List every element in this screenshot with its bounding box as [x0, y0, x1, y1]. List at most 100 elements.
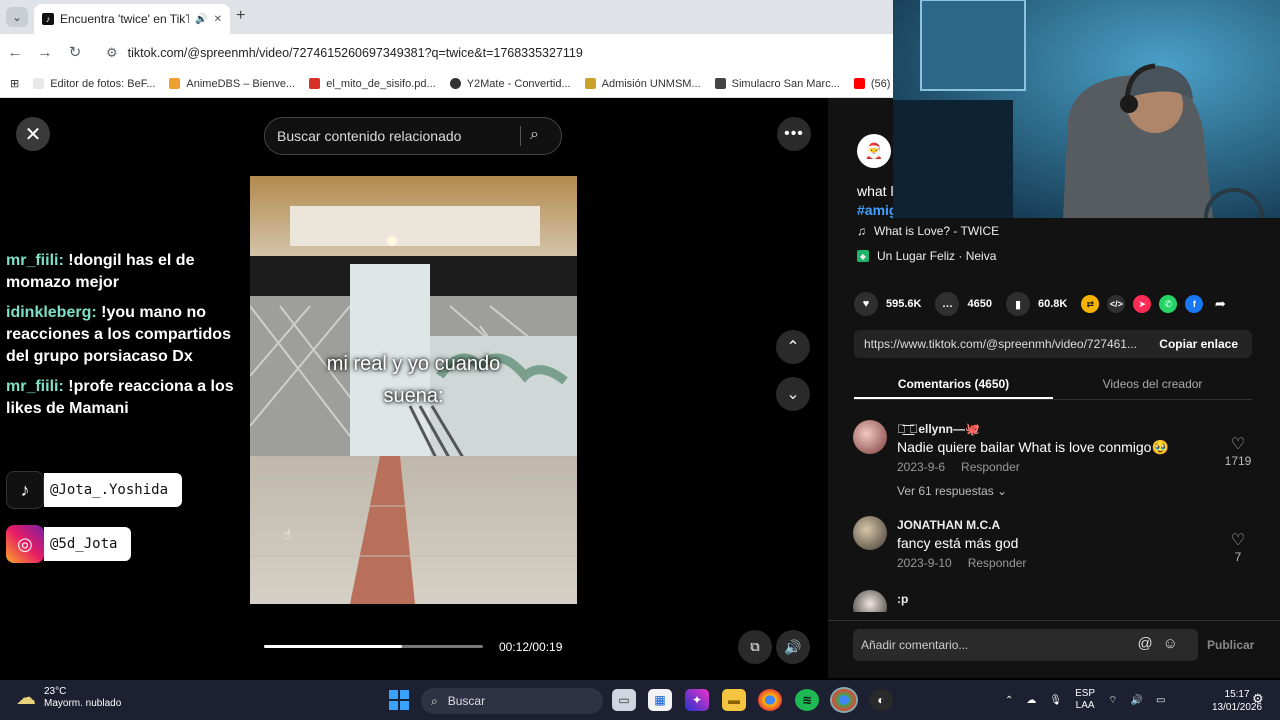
copy-link-button[interactable]: Copiar enlace — [1145, 337, 1252, 351]
task-view-icon[interactable]: ▭ — [612, 689, 636, 711]
chrome-icon[interactable] — [758, 689, 782, 711]
related-search-input[interactable]: Buscar contenido relacionado ⌕ — [264, 117, 562, 155]
bookmark-item[interactable]: Y2Mate - Convertid... — [449, 77, 571, 90]
taskbar-search[interactable]: ⌕ Buscar — [421, 688, 603, 714]
tab-audio-icon[interactable]: 🔊 — [195, 14, 207, 25]
weather-widget[interactable]: ☁ 23°C Mayorm. nublado — [16, 686, 121, 710]
spotify-icon[interactable]: ≋ — [795, 689, 819, 711]
bookmark-favicon-icon — [714, 78, 726, 89]
bookmark-item[interactable]: AnimeDBS – Bienve... — [169, 78, 295, 90]
location-link[interactable]: ◆ Un Lugar Feliz · Neiva — [857, 249, 996, 263]
avatar[interactable] — [853, 420, 887, 454]
keyboard-layout: LAA — [1075, 700, 1095, 711]
webcam-overlay — [893, 0, 1280, 218]
search-icon[interactable]: ⌕ — [530, 126, 539, 144]
chevron-up-icon[interactable]: ⌃ — [1005, 695, 1013, 706]
tiktok-handle: @Jota_.Yoshida — [44, 473, 183, 507]
comment-button[interactable]: … 4650 — [935, 292, 992, 316]
location-pin-icon: ◆ — [857, 250, 869, 262]
save-button[interactable]: ▮ 60.8K — [1005, 292, 1067, 316]
microphone-icon[interactable]: 🎙 — [1049, 695, 1062, 706]
next-video-icon[interactable]: ⌄ — [776, 377, 810, 411]
video-link[interactable]: https://www.tiktok.com/@spreenmh/video/7… — [854, 337, 1145, 351]
embed-icon[interactable]: </> — [1107, 295, 1126, 313]
bookmark-label: el_mito_de_sisifo.pd... — [326, 77, 436, 90]
comment-text: Nadie quiere bailar What is love conmigo… — [897, 439, 1169, 455]
comment-like-button[interactable]: ♡ 1719 — [1218, 434, 1258, 468]
reload-icon[interactable]: ↻ — [60, 43, 90, 61]
tab-creator-videos[interactable]: Videos del creador — [1053, 372, 1252, 399]
volume-icon[interactable]: 🔊 — [776, 630, 810, 664]
windows-start-icon[interactable] — [389, 690, 409, 710]
avatar[interactable] — [853, 516, 887, 550]
music-link[interactable]: ♫ What is Love? - TWICE — [857, 224, 999, 238]
comment-author[interactable]: ꉂ͟͟͞͞ 𝐕ellynn—🐙 — [897, 422, 980, 436]
wifi-icon[interactable]: ⌔ — [1108, 694, 1117, 707]
bookmark-item[interactable]: el_mito_de_sisifo.pd... — [309, 77, 436, 90]
apps-icon[interactable]: ⊞ — [10, 77, 19, 90]
taskbar-search-label: Buscar — [447, 694, 486, 708]
share-icon[interactable]: ➦ — [1211, 295, 1229, 313]
hashtag-link[interactable]: #amig — [857, 201, 897, 220]
floating-player-icon[interactable]: ⧉ — [738, 630, 772, 664]
browser-tab-active[interactable]: ♪ Encuentra 'twice' en TikTok 🔊 ✕ — [34, 4, 230, 34]
copilot-icon[interactable]: ✦ — [685, 689, 709, 711]
speaker-icon[interactable]: 🔊 — [1131, 695, 1143, 706]
app-icon[interactable]: ◐ — [869, 689, 893, 711]
panel-tabs: Comentarios (4650) Videos del creador — [854, 372, 1252, 400]
reply-button[interactable]: Responder — [968, 556, 1027, 570]
comment-meta: 2023-9-6 Responder — [897, 460, 1036, 474]
search-icon: ⌕ — [431, 693, 438, 708]
file-explorer-icon[interactable]: ▬ — [722, 689, 746, 711]
address-bar[interactable]: ⚙ tiktok.com/@spreenmh/video/72746152606… — [100, 40, 890, 66]
facebook-icon[interactable]: f — [1185, 295, 1204, 313]
publish-button[interactable]: Publicar — [1207, 638, 1254, 652]
onedrive-icon[interactable]: ☁ — [1026, 695, 1036, 706]
close-icon[interactable]: ✕ — [16, 117, 50, 151]
location-name: Un Lugar Feliz · Neiva — [877, 249, 997, 263]
comment-like-button[interactable]: ♡ 7 — [1218, 530, 1258, 564]
comment-text: fancy está más god — [897, 535, 1019, 551]
like-button[interactable]: ♥ 595.6K — [854, 292, 921, 316]
avatar[interactable] — [853, 590, 887, 612]
bookmark-label: AnimeDBS – Bienve... — [186, 77, 296, 90]
site-info-icon[interactable]: ⚙ — [106, 45, 118, 61]
bookmark-item[interactable]: Editor de fotos: BeF... — [33, 78, 155, 90]
mention-emoji-icons[interactable]: @☺ — [1137, 635, 1188, 652]
tab-search-button[interactable]: ⌄ — [6, 7, 28, 27]
video-caption: mi real y yo cuando suena: — [250, 348, 577, 412]
battery-icon[interactable]: ▭ — [1156, 695, 1165, 706]
store-icon[interactable]: ▦ — [648, 689, 672, 711]
repost-icon[interactable]: ⇄ — [1081, 295, 1100, 313]
caption-line: suena: — [383, 385, 444, 407]
language-indicator[interactable]: ESP LAA — [1075, 688, 1095, 712]
progress-bar-fill — [264, 645, 403, 648]
author-avatar[interactable]: 🎅 — [857, 134, 891, 168]
reply-button[interactable]: Responder — [961, 460, 1020, 474]
bookmark-label: Simulacro San Marc... — [731, 77, 840, 90]
send-icon[interactable]: ➤ — [1133, 295, 1152, 313]
description-text: what l — [857, 183, 894, 199]
comment-author[interactable]: JONATHAN M.C.A — [897, 518, 1000, 532]
back-icon[interactable]: ← — [0, 44, 30, 61]
comment-author[interactable]: :p — [897, 592, 908, 606]
bookmark-label: Y2Mate - Convertid... — [466, 77, 571, 90]
whatsapp-icon[interactable]: ✆ — [1159, 295, 1178, 313]
tab-close-icon[interactable]: ✕ — [214, 14, 222, 25]
bookmark-item[interactable]: Admisión UNMSM... — [584, 78, 701, 90]
forward-icon[interactable]: → — [30, 44, 60, 61]
bookmark-item[interactable]: Simulacro San Marc... — [714, 77, 840, 90]
chat-username: idinkleberg: — [6, 304, 97, 321]
tab-comments[interactable]: Comentarios (4650) — [854, 372, 1053, 399]
bookmark-item[interactable]: (56) YouTube — [853, 77, 895, 90]
comment-item: :p — [853, 590, 1258, 612]
bookmark-favicon-icon — [33, 78, 45, 89]
previous-video-icon[interactable]: ⌃ — [776, 330, 810, 364]
comment-input[interactable]: Añadir comentario... @☺ — [853, 629, 1198, 661]
more-options-icon[interactable]: ••• — [777, 117, 811, 151]
bookmark-label: (56) YouTube — [870, 77, 895, 90]
notifications-icon[interactable]: ⚙ — [1252, 691, 1264, 707]
view-replies-button[interactable]: Ver 61 respuestas ⌄ — [897, 484, 1007, 498]
chrome-active-icon[interactable] — [830, 687, 858, 713]
new-tab-icon[interactable]: + — [236, 8, 252, 24]
